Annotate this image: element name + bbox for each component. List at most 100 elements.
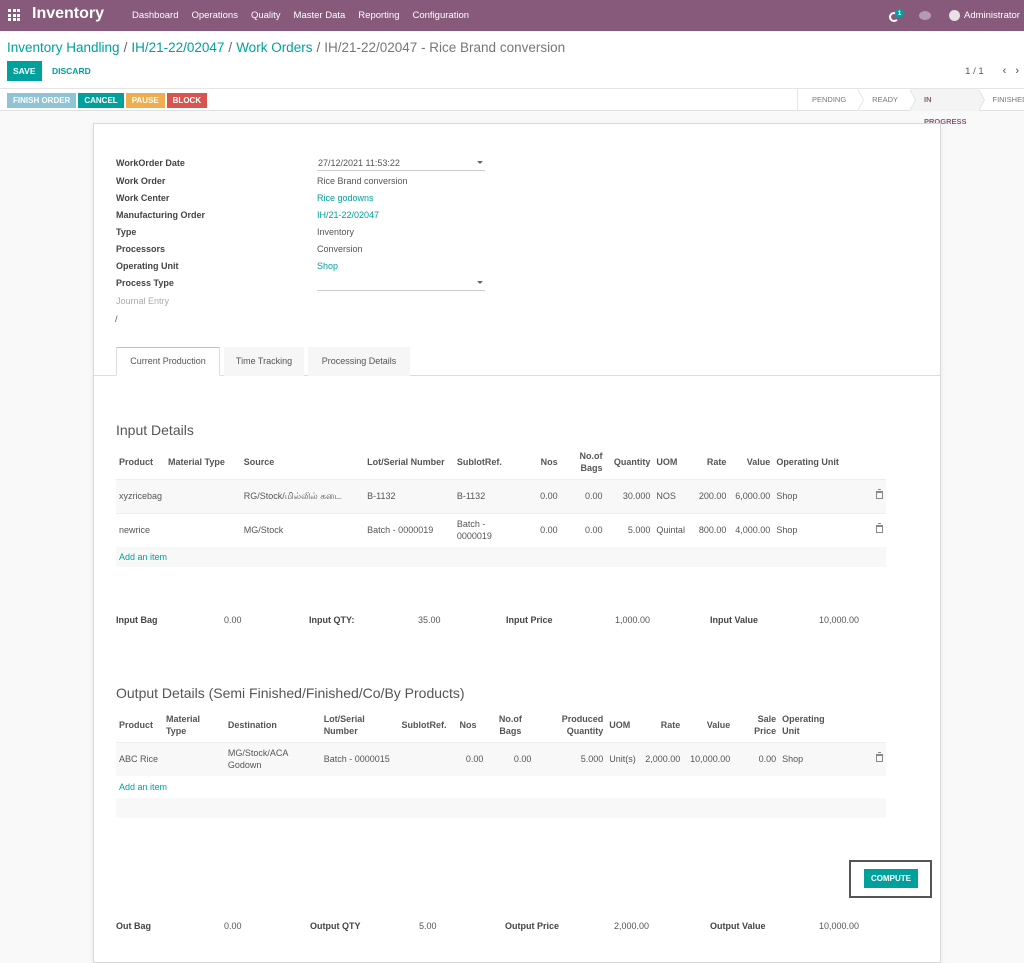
column-header[interactable]: Sale Price bbox=[733, 708, 779, 742]
cell-quantity[interactable]: 30.000 bbox=[605, 479, 653, 513]
cell-bags[interactable]: 0.00 bbox=[561, 513, 606, 547]
breadcrumb-manufacturing-order[interactable]: IH/21-22/02047 bbox=[131, 40, 224, 55]
cell-sale-price[interactable]: 0.00 bbox=[733, 742, 779, 776]
cell-value[interactable]: 4,000.00 bbox=[729, 513, 773, 547]
column-header[interactable]: Nos bbox=[519, 445, 561, 479]
cell-lot[interactable]: Batch - 0000019 bbox=[364, 513, 454, 547]
column-header[interactable]: UOM bbox=[653, 445, 691, 479]
delete-row-icon[interactable] bbox=[876, 752, 883, 763]
status-ready[interactable]: READY bbox=[858, 89, 916, 111]
cell-product[interactable]: ABC Rice bbox=[116, 742, 163, 776]
column-header[interactable]: No.of Bags bbox=[561, 445, 606, 479]
status-in-progress[interactable]: IN PROGRESS bbox=[910, 89, 984, 126]
cancel-button[interactable]: CANCEL bbox=[78, 93, 124, 108]
menu-dashboard[interactable]: Dashboard bbox=[132, 10, 178, 21]
cell-material-type[interactable] bbox=[165, 513, 241, 547]
tab-processing-details[interactable]: Processing Details bbox=[308, 347, 410, 376]
menu-reporting[interactable]: Reporting bbox=[358, 10, 399, 21]
apps-menu-icon[interactable] bbox=[8, 9, 20, 21]
column-header[interactable]: Operating Unit bbox=[779, 708, 845, 742]
column-header[interactable]: SublotRef. bbox=[454, 445, 519, 479]
cell-rate[interactable]: 2,000.00 bbox=[642, 742, 683, 776]
column-header[interactable]: Material Type bbox=[163, 708, 225, 742]
cell-operating-unit[interactable]: Shop bbox=[773, 513, 846, 547]
cell-nos[interactable]: 0.00 bbox=[519, 513, 561, 547]
column-header[interactable]: Lot/Serial Number bbox=[364, 445, 454, 479]
menu-quality[interactable]: Quality bbox=[251, 10, 281, 21]
manufacturing-order-link[interactable]: IH/21-22/02047 bbox=[317, 210, 379, 220]
finish-order-button[interactable]: FINISH ORDER bbox=[7, 93, 77, 108]
chat-icon[interactable] bbox=[919, 11, 932, 21]
cell-material-type[interactable] bbox=[165, 479, 241, 513]
cell-sublot[interactable]: Batch - 0000019 bbox=[454, 513, 519, 547]
cell-destination[interactable]: MG/Stock/ACA Godown bbox=[225, 742, 321, 776]
menu-master-data[interactable]: Master Data bbox=[294, 10, 346, 21]
column-header[interactable]: Operating Unit bbox=[773, 445, 846, 479]
breadcrumb-inventory-handling[interactable]: Inventory Handling bbox=[7, 40, 120, 55]
cell-source[interactable]: MG/Stock bbox=[241, 513, 364, 547]
column-header[interactable]: Value bbox=[683, 708, 733, 742]
cell-sublot[interactable]: B-1132 bbox=[454, 479, 519, 513]
cell-lot[interactable]: Batch - 0000015 bbox=[321, 742, 399, 776]
cell-uom[interactable]: NOS bbox=[653, 479, 691, 513]
cell-value[interactable]: 10,000.00 bbox=[683, 742, 733, 776]
status-finished[interactable]: FINISHED bbox=[979, 89, 1024, 111]
cell-product[interactable]: newrice bbox=[116, 513, 165, 547]
cell-product[interactable]: xyzricebag bbox=[116, 479, 165, 513]
column-header[interactable]: SublotRef. bbox=[399, 708, 457, 742]
delete-row-icon[interactable] bbox=[876, 488, 883, 499]
table-row[interactable]: newrice MG/Stock Batch - 0000019 Batch -… bbox=[116, 513, 886, 547]
delete-row-icon[interactable] bbox=[876, 523, 883, 534]
status-pending[interactable]: PENDING bbox=[798, 89, 865, 111]
cell-operating-unit[interactable]: Shop bbox=[779, 742, 845, 776]
operating-unit-link[interactable]: Shop bbox=[317, 261, 338, 271]
column-header[interactable]: Lot/Serial Number bbox=[321, 708, 399, 742]
menu-configuration[interactable]: Configuration bbox=[413, 10, 470, 21]
column-header[interactable]: Source bbox=[241, 445, 364, 479]
cell-bags[interactable]: 0.00 bbox=[561, 479, 606, 513]
compute-button[interactable]: COMPUTE bbox=[864, 869, 918, 888]
user-menu[interactable]: Administrator bbox=[964, 10, 1024, 21]
activity-button[interactable]: 1 bbox=[889, 8, 904, 23]
cell-rate[interactable]: 200.00 bbox=[691, 479, 729, 513]
pause-button[interactable]: PAUSE bbox=[125, 93, 165, 108]
block-button[interactable]: BLOCK bbox=[166, 93, 208, 108]
tab-current-production[interactable]: Current Production bbox=[116, 347, 220, 376]
work-center-link[interactable]: Rice godowns bbox=[317, 193, 374, 203]
table-row[interactable]: ABC Rice MG/Stock/ACA Godown Batch - 000… bbox=[116, 742, 886, 776]
table-row[interactable]: xyzricebag RG/Stock/மில்லில் கடை B-1132 … bbox=[116, 479, 886, 513]
save-button[interactable]: SAVE bbox=[7, 61, 42, 81]
pager-counter[interactable]: 1 / 1 bbox=[965, 66, 984, 77]
tab-time-tracking[interactable]: Time Tracking bbox=[224, 347, 304, 376]
menu-operations[interactable]: Operations bbox=[191, 10, 237, 21]
cell-bags[interactable]: 0.00 bbox=[486, 742, 534, 776]
cell-sublot[interactable] bbox=[399, 742, 457, 776]
column-header[interactable]: Destination bbox=[225, 708, 321, 742]
cell-rate[interactable]: 800.00 bbox=[691, 513, 729, 547]
process-type-select[interactable] bbox=[317, 277, 485, 291]
cell-value[interactable]: 6,000.00 bbox=[729, 479, 773, 513]
breadcrumb-work-orders[interactable]: Work Orders bbox=[236, 40, 312, 55]
column-header[interactable]: No.of Bags bbox=[486, 708, 534, 742]
column-header[interactable]: Product bbox=[116, 708, 163, 742]
column-header[interactable]: Nos bbox=[456, 708, 486, 742]
column-header[interactable]: Material Type bbox=[165, 445, 241, 479]
cell-material-type[interactable] bbox=[163, 742, 225, 776]
cell-operating-unit[interactable]: Shop bbox=[773, 479, 846, 513]
column-header[interactable]: Product bbox=[116, 445, 165, 479]
workorder-date-field[interactable]: 27/12/2021 11:53:22 bbox=[317, 157, 485, 171]
pager-next-icon[interactable]: › bbox=[1015, 65, 1019, 77]
column-header[interactable]: Value bbox=[729, 445, 773, 479]
column-header[interactable]: UOM bbox=[606, 708, 642, 742]
cell-nos[interactable]: 0.00 bbox=[456, 742, 486, 776]
cell-uom[interactable]: Unit(s) bbox=[606, 742, 642, 776]
column-header[interactable]: Rate bbox=[642, 708, 683, 742]
cell-quantity[interactable]: 5.000 bbox=[605, 513, 653, 547]
column-header[interactable]: Quantity bbox=[605, 445, 653, 479]
user-avatar[interactable] bbox=[949, 10, 960, 21]
pager-previous-icon[interactable]: ‹ bbox=[1003, 65, 1007, 77]
cell-nos[interactable]: 0.00 bbox=[519, 479, 561, 513]
cell-lot[interactable]: B-1132 bbox=[364, 479, 454, 513]
cell-quantity[interactable]: 5.000 bbox=[534, 742, 606, 776]
discard-button[interactable]: DISCARD bbox=[52, 61, 91, 81]
